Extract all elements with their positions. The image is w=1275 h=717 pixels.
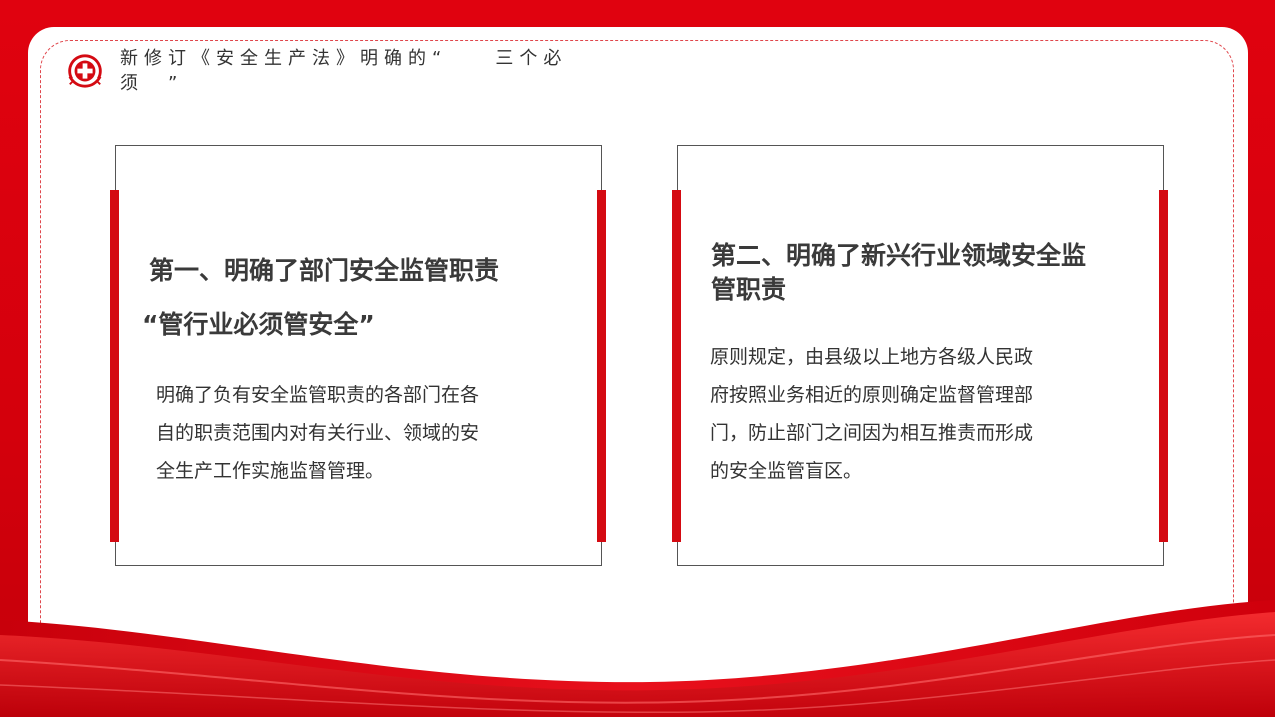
card-heading: 第一、明确了部门安全监管职责 bbox=[149, 256, 500, 285]
heading-line: 管职责 bbox=[711, 275, 787, 304]
card-left-accent-bar bbox=[110, 190, 119, 542]
heading-line: 第二、明确了新兴行业领域安全监 bbox=[711, 241, 1087, 270]
body-line: 全生产工作实施监督管理。 bbox=[156, 460, 385, 482]
card-left-accent-bar bbox=[672, 190, 681, 542]
body-line: 府按照业务相近的原则确定监督管理部 bbox=[710, 384, 1034, 406]
card-department-duties: 第一、明确了部门安全监管职责 “管行业必须管安全” 明确了负有安全监管职责的各部… bbox=[115, 145, 602, 566]
bottom-wave-decoration bbox=[0, 600, 1275, 717]
body-line: 原则规定，由县级以上地方各级人民政 bbox=[710, 346, 1034, 368]
card-emerging-industries: 第二、明确了新兴行业领域安全监 管职责 原则规定，由县级以上地方各级人民政 府按… bbox=[677, 145, 1164, 566]
page-title: 新修订《安全生产法》明确的“ 三个必须 ” bbox=[120, 48, 568, 94]
body-line: 自的职责范围内对有关行业、领域的安 bbox=[156, 422, 480, 444]
body-line: 门，防止部门之间因为相互推责而形成 bbox=[710, 422, 1034, 444]
card-body: 明确了负有安全监管职责的各部门在各 自的职责范围内对有关行业、领域的安 全生产工… bbox=[156, 376, 479, 490]
body-line: 的安全监管盲区。 bbox=[710, 460, 863, 482]
card-subheading: “管行业必须管安全” bbox=[142, 310, 375, 339]
card-right-accent-bar bbox=[1159, 190, 1168, 542]
card-heading: 第二、明确了新兴行业领域安全监 管职责 bbox=[711, 239, 1086, 307]
safety-cross-emblem-icon bbox=[68, 54, 102, 88]
card-body: 原则规定，由县级以上地方各级人民政 府按照业务相近的原则确定监督管理部 门，防止… bbox=[710, 338, 1033, 490]
body-line: 明确了负有安全监管职责的各部门在各 bbox=[156, 384, 480, 406]
card-right-accent-bar bbox=[597, 190, 606, 542]
